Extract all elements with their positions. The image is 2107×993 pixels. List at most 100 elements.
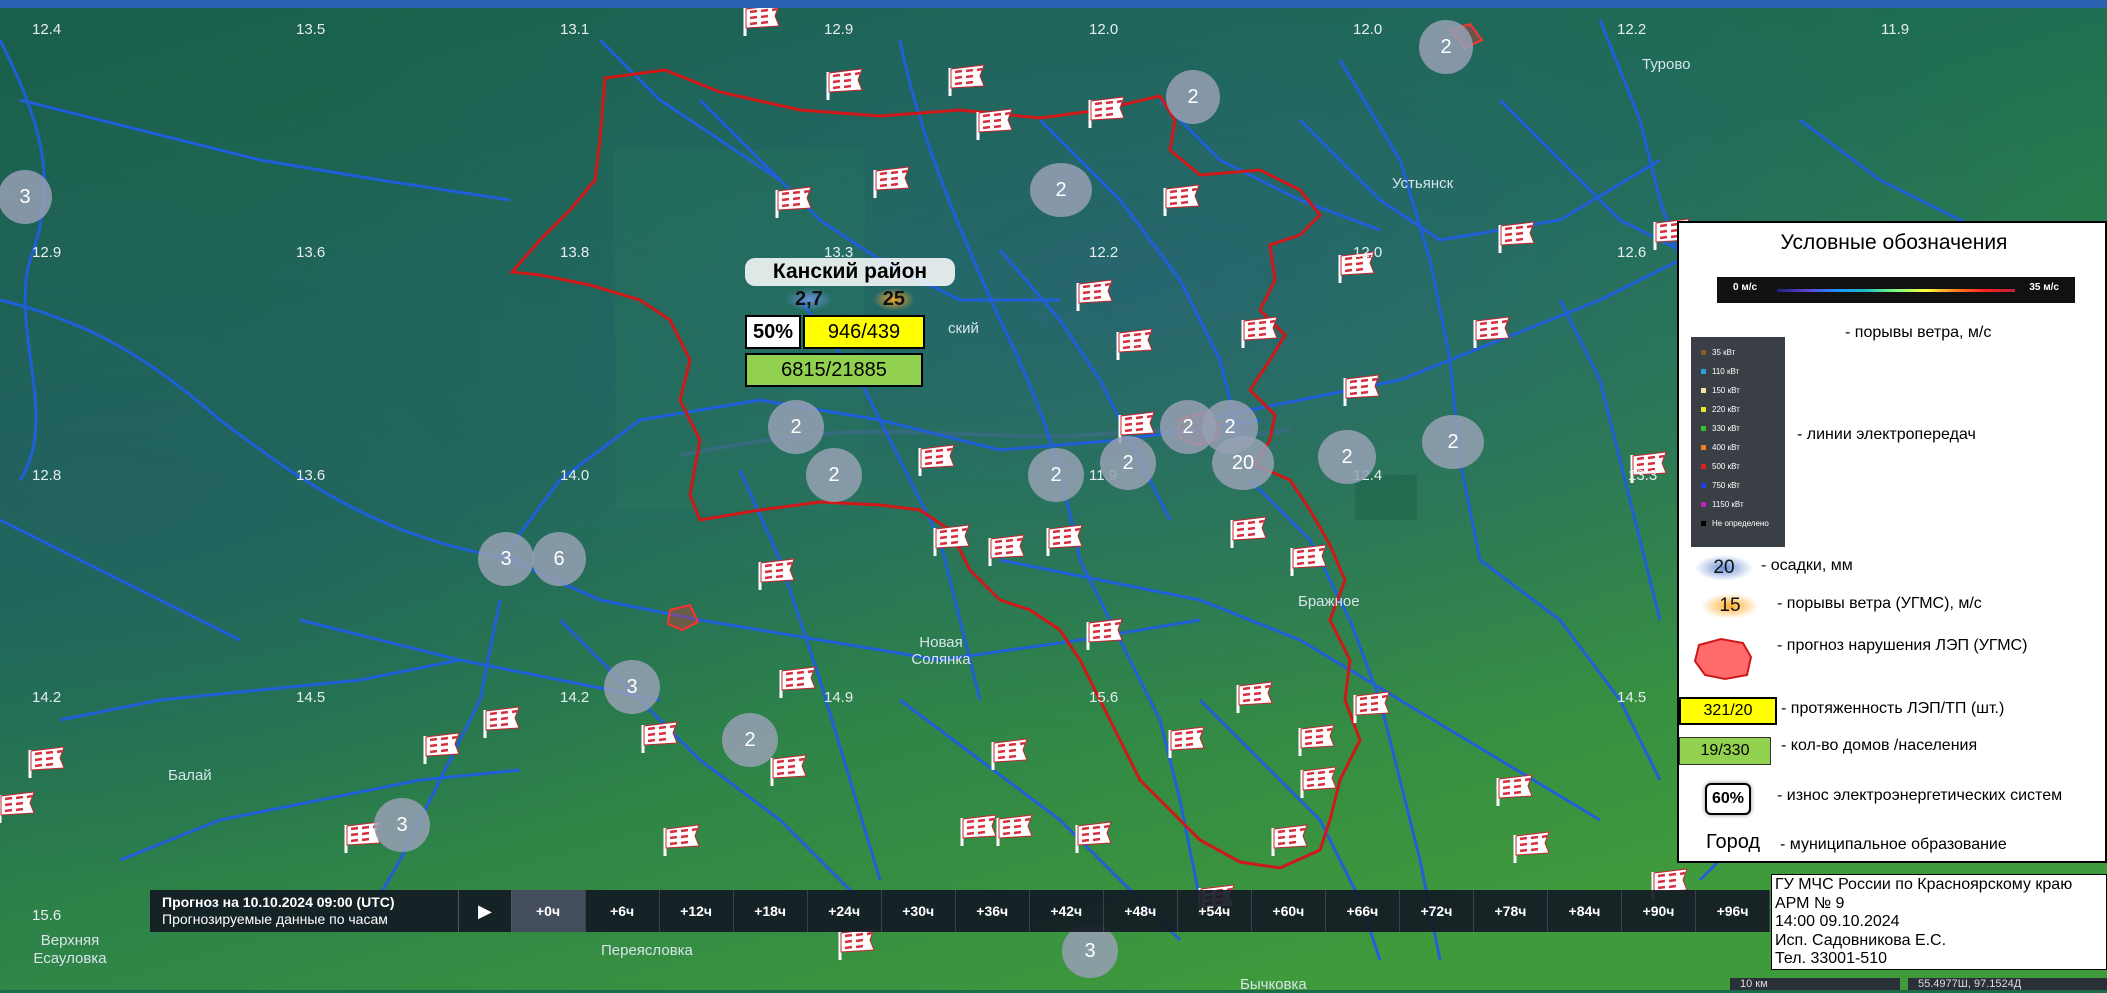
grid-label: 14.5 [296,689,326,706]
cluster-marker[interactable]: 2 [1030,163,1092,217]
top-bar [0,0,2107,8]
forecast-timeline: Прогноз на 10.10.2024 09:00 (UTC) Прогно… [150,890,1771,932]
grid-label: 14.2 [560,689,590,706]
grid-label: 12.0 [1353,21,1383,38]
grid-label: 12.0 [1089,21,1119,38]
grid-label: 14.2 [32,689,62,706]
cluster-marker[interactable]: 2 [768,400,824,454]
timeline-step[interactable]: +96ч [1696,890,1771,932]
timeline-step[interactable]: +48ч [1104,890,1178,932]
cluster-marker[interactable]: 2 [1422,415,1484,469]
wind-scale-min: 0 м/с [1733,282,1758,293]
place-label: Балай [168,767,212,784]
place-label: Устьянск [1392,175,1454,192]
cluster-marker[interactable]: 6 [532,532,586,586]
cluster-marker[interactable]: 2 [1028,448,1084,502]
legend-gust-sample: 15 [1701,593,1759,619]
line-class-item: 35 кВт [1701,343,1785,362]
grid-label: 12.9 [32,244,62,261]
line-class-swatch [1701,407,1706,412]
cluster-marker[interactable]: 2 [1100,436,1156,490]
play-button[interactable]: ▶ [458,890,512,932]
timeline-step[interactable]: +78ч [1474,890,1548,932]
legend-length-sample: 321/20 [1679,697,1777,725]
map-scale: 10 км [1730,978,1900,990]
legend-wind-label: - порывы ветра, м/с [1845,324,1992,341]
place-label: Турово [1642,56,1691,73]
cluster-marker[interactable]: 2 [1419,20,1473,74]
legend-title: Условные обозначения [1780,231,2008,254]
district-precipitation: 2,7 [784,288,833,311]
line-class-item: 330 кВт [1701,419,1785,438]
legend-wear-sample: 60% [1705,783,1751,815]
timeline-step[interactable]: +66ч [1326,890,1400,932]
cluster-marker[interactable]: 3 [374,798,430,852]
grid-label: 13.3 [1628,467,1658,484]
line-class-item: 400 кВт [1701,438,1785,457]
grid-label: 13.5 [296,21,326,38]
timeline-step[interactable]: +90ч [1622,890,1697,932]
info-line: АРМ № 9 [1775,894,1845,912]
legend-length-label: - протяженность ЛЭП/ТП (шт.) [1781,700,2005,717]
line-class-swatch [1701,502,1706,507]
timeline-step[interactable]: +12ч [660,890,734,932]
timeline-step[interactable]: +54ч [1178,890,1252,932]
grid-label: 13.6 [296,244,326,261]
line-class-item: 150 кВт [1701,381,1785,400]
cursor-coordinates: 55.4977Ш, 97.1524Д [1908,978,2107,990]
grid-label: 12.2 [1089,244,1119,261]
grid-label: 13.6 [296,467,326,484]
place-label: Верхняя Есауловка [33,932,107,967]
line-class-swatch [1701,464,1706,469]
cluster-marker[interactable]: 3 [0,170,52,224]
legend-lines-label: - линии электропередач [1797,426,1976,443]
legend-panel: Условные обозначения 0 м/с 35 м/с - поры… [1677,221,2107,863]
cluster-marker[interactable]: 3 [478,532,534,586]
play-icon: ▶ [477,900,492,921]
legend-houses-sample: 19/330 [1679,737,1771,765]
district-lines-count: 946/439 [803,315,925,349]
grid-label: 12.8 [32,467,62,484]
line-class-item: 110 кВт [1701,362,1785,381]
grid-label: 14.0 [560,467,590,484]
cluster-marker[interactable]: 2 [1318,430,1376,484]
cluster-marker[interactable]: 3 [604,660,660,714]
timeline-step[interactable]: +42ч [1030,890,1104,932]
organization-info: ГУ МЧС России по Красноярскому краю АРМ … [1771,874,2107,970]
cluster-marker[interactable]: 2 [806,448,862,502]
info-line: 14:00 09.10.2024 [1775,913,1900,930]
timeline-step[interactable]: +30ч [882,890,956,932]
timeline-step[interactable]: +6ч [586,890,660,932]
timeline-step[interactable]: +60ч [1252,890,1326,932]
line-class-swatch [1701,483,1706,488]
timeline-step[interactable]: +84ч [1548,890,1622,932]
line-class-item: Не определено [1701,514,1785,533]
timeline-step[interactable]: +24ч [808,890,882,932]
district-popup[interactable]: Канский район 2,7 25 50% 946/439 6815/21… [745,258,955,387]
timeline-info: Прогноз на 10.10.2024 09:00 (UTC) Прогно… [150,890,458,932]
legend-houses-label: - кол-во домов /населения [1781,737,1978,754]
timeline-step[interactable]: +18ч [734,890,808,932]
grid-label: 11.9 [1881,21,1910,38]
legend-city-label: - муниципальное образование [1780,836,2007,853]
cluster-marker[interactable]: 2 [722,713,778,767]
grid-label: 13.8 [560,244,590,261]
grid-label: 12.6 [1617,244,1647,261]
grid-label: 12.2 [1617,21,1647,38]
district-wind-gust: 25 [872,288,916,311]
timeline-step[interactable]: +0ч [511,890,586,932]
legend-city-sample: Город [1706,831,1761,853]
cluster-marker[interactable]: 20 [1212,436,1274,490]
cluster-marker[interactable]: 3 [1062,924,1118,978]
line-class-item: 500 кВт [1701,457,1785,476]
info-line: Исп. Садовникова Е.С. [1775,931,1947,949]
legend-gust-label: - порывы ветра (УГМС), м/с [1777,595,1982,612]
line-class-swatch [1701,369,1706,374]
cluster-marker[interactable]: 2 [1166,70,1220,124]
grid-label: 15.6 [32,907,62,924]
grid-label: 14.5 [1617,689,1647,706]
line-class-swatch [1701,445,1706,450]
timeline-step[interactable]: +36ч [956,890,1030,932]
timeline-step[interactable]: +72ч [1400,890,1474,932]
timeline-title: Прогноз на 10.10.2024 09:00 (UTC) [162,894,395,910]
